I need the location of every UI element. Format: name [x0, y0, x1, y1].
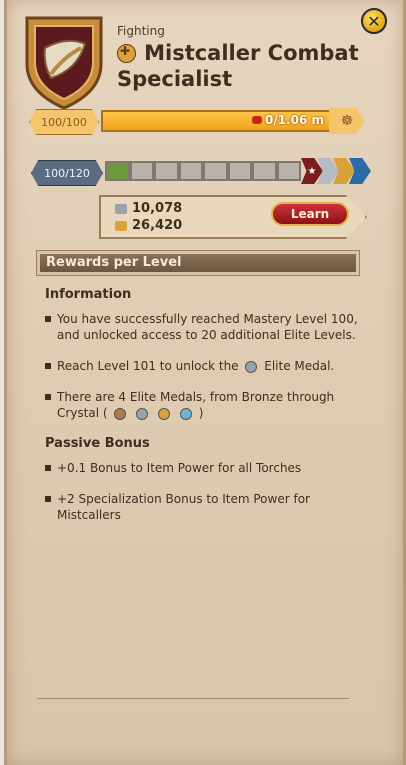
- mastery-segment: [252, 161, 277, 181]
- info-text: Reach Level 101 to unlock the: [57, 359, 239, 373]
- fame-level-badge: 100/100: [29, 109, 99, 135]
- info-text: You have successfully reached Mastery Le…: [57, 312, 358, 342]
- mastery-segment: [227, 161, 252, 181]
- fame-reward-icon: ☸: [329, 108, 365, 134]
- category-label: Fighting: [117, 24, 165, 38]
- mastery-progress-segments: [105, 161, 301, 181]
- silver-row: 10,078: [115, 201, 182, 216]
- mastery-panel: Fighting Mistcaller Combat Specialist ✕ …: [4, 0, 406, 765]
- silver-icon: [115, 203, 127, 214]
- passive-heading: Passive Bonus: [45, 436, 150, 451]
- silver-amount: 10,078: [132, 201, 183, 216]
- list-item: There are 4 Elite Medals, from Bronze th…: [45, 389, 365, 421]
- fame-value: 0/1.06 m: [264, 113, 324, 127]
- close-button[interactable]: ✕: [361, 8, 387, 34]
- learn-button[interactable]: Learn: [271, 202, 349, 226]
- info-text: Elite Medal.: [264, 359, 335, 373]
- fame-progress-bar: 0/1.06 m: [101, 110, 332, 132]
- gold-icon: [115, 220, 127, 231]
- rewards-header: Rewards per Level: [36, 250, 360, 276]
- mastery-level-badge: 100/120: [31, 160, 103, 186]
- list-item: +0.1 Bonus to Item Power for all Torches: [45, 460, 365, 476]
- mastery-segment: [178, 161, 203, 181]
- mistcaller-weapon-icon: [25, 16, 103, 110]
- passive-text: +0.1 Bonus to Item Power for all Torches: [57, 461, 302, 475]
- close-x-icon: ✕: [367, 11, 381, 31]
- bronze-medal-icon: [114, 407, 127, 420]
- info-text: ): [198, 406, 204, 420]
- mastery-segment: [105, 161, 130, 181]
- page-title: Mistcaller Combat Specialist: [117, 41, 359, 91]
- title-block: Mistcaller Combat Specialist: [117, 40, 377, 92]
- elite-medal-icon: [245, 360, 258, 373]
- rewards-content: Information You have successfully reache…: [45, 287, 365, 538]
- list-item: Reach Level 101 to unlock the Elite Meda…: [45, 358, 365, 374]
- mastery-segment: [129, 161, 154, 181]
- passive-text: +2 Specialization Bonus to Item Power fo…: [57, 492, 310, 522]
- list-item: +2 Specialization Bonus to Item Power fo…: [45, 491, 365, 523]
- gold-medal-icon: [158, 407, 171, 420]
- mastery-segment: [203, 161, 228, 181]
- info-text: There are 4 Elite Medals, from Bronze th…: [57, 390, 335, 420]
- fame-progress-text: 0/1.06 m: [251, 113, 324, 127]
- information-heading: Information: [45, 287, 132, 302]
- mastery-segment: [276, 161, 301, 181]
- mastery-segment: [154, 161, 179, 181]
- list-item: You have successfully reached Mastery Le…: [45, 311, 365, 343]
- silver-medal-icon: [136, 407, 149, 420]
- crystal-medal-icon: [179, 407, 192, 420]
- fame-gem-icon: [251, 116, 262, 124]
- fighting-class-icon: [117, 44, 136, 63]
- elite-medals: ★: [301, 158, 371, 184]
- divider: [37, 698, 349, 699]
- gold-amount: 26,420: [132, 218, 183, 233]
- gold-row: 26,420: [115, 218, 182, 233]
